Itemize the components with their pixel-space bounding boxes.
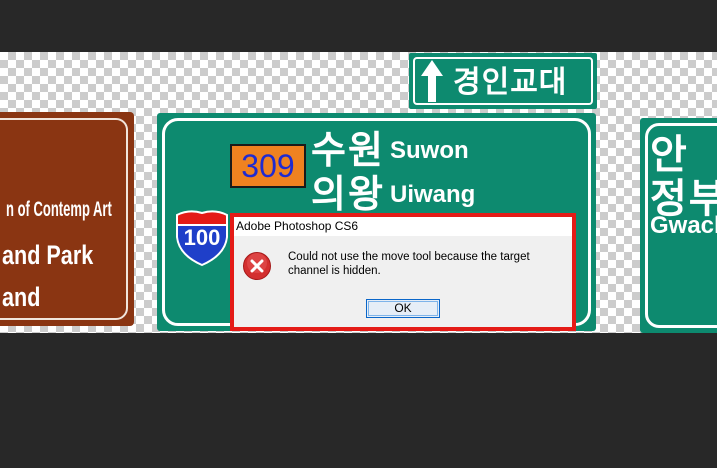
ok-button[interactable]: OK — [366, 299, 440, 318]
error-icon — [243, 252, 271, 280]
direction-sign-top: 경인교대 — [409, 53, 597, 109]
right-sign-line3: Gwache — [650, 212, 717, 239]
error-dialog: Adobe Photoshop CS6 Could not use the mo… — [234, 217, 572, 327]
city2-korean: 의왕 — [311, 172, 385, 216]
dialog-message: Could not use the move tool because the … — [288, 251, 530, 277]
arrow-up-icon — [421, 60, 443, 102]
brown-sign: n of Contemp Art and Park and — [0, 112, 134, 326]
city1-english: Suwon — [390, 137, 469, 164]
brown-sign-line1: n of Contemp Art — [6, 198, 112, 221]
dialog-title-bar[interactable]: Adobe Photoshop CS6 — [234, 217, 572, 236]
city2-english: Uiwang — [390, 181, 476, 208]
route-number-box: 309 — [230, 144, 306, 188]
direction-sign-right: 안 정부 Gwache — [640, 118, 717, 333]
shield-number: 100 — [183, 225, 221, 250]
brown-sign-line2: and Park — [2, 240, 94, 270]
brown-sign-line3: and — [2, 282, 41, 312]
top-sign-text: 경인교대 — [453, 65, 568, 100]
